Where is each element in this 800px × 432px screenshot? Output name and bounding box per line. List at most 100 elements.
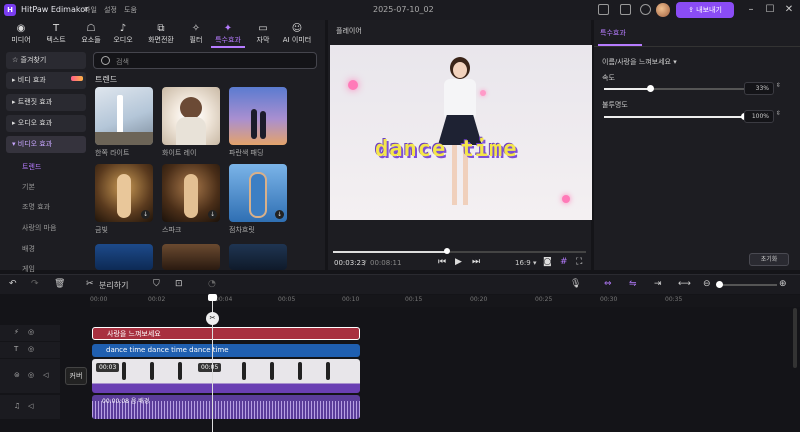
opacity-value[interactable]: 100%	[744, 110, 774, 123]
sidebar-favorites[interactable]: ☆ 즐겨찾기	[6, 52, 86, 69]
aspect-ratio-select[interactable]: 16:9 ▾	[515, 259, 536, 267]
cover-button[interactable]: 커버	[65, 367, 87, 385]
stepper-icon[interactable]: ⇳	[776, 110, 781, 117]
download-icon[interactable]: ↓	[141, 210, 150, 219]
sidebar-sub-game[interactable]: 게임	[22, 264, 35, 274]
minimize-icon[interactable]: –	[745, 4, 757, 16]
avatar[interactable]	[656, 3, 670, 17]
effect-thumb[interactable]	[162, 244, 220, 270]
text-box-icon[interactable]: ⊡	[175, 279, 183, 289]
current-time: 00:03:23	[334, 259, 366, 267]
tab-audio[interactable]: ♪ 오디오	[105, 22, 141, 48]
grid-icon[interactable]: #	[560, 257, 568, 267]
tab-ai[interactable]: ☺ AI 이미터	[279, 22, 315, 48]
audio-icon: ♪	[119, 23, 127, 34]
maximize-icon[interactable]: ☐	[764, 4, 776, 16]
progress-fill	[333, 251, 447, 253]
sidebar-sub-love[interactable]: 사랑의 마음	[22, 223, 56, 233]
link-icon[interactable]: ⇔	[604, 279, 612, 289]
microphone-icon[interactable]: 🎙	[570, 279, 581, 289]
close-icon[interactable]: ✕	[783, 4, 795, 16]
stepper-icon[interactable]: ⇳	[776, 82, 781, 89]
sidebar-sub-background[interactable]: 배경	[22, 244, 35, 254]
progress-knob[interactable]	[443, 248, 450, 254]
sidebar-item-video-fx[interactable]: ▸ 비디 효과	[6, 72, 86, 89]
tab-transition[interactable]: ⧉ 화면전환	[143, 22, 179, 48]
effects-icon: ✦	[223, 23, 233, 34]
sidebar-sub-trend[interactable]: 트렌드	[22, 162, 41, 172]
effect-thumb[interactable]	[95, 244, 153, 270]
delete-icon[interactable]: 🗑	[54, 279, 65, 289]
help-icon[interactable]	[640, 4, 651, 15]
fit-icon[interactable]: ⇥	[654, 279, 662, 289]
sidebar-item-audio-fx[interactable]: ▸ 오디오 효과	[6, 115, 86, 132]
fullscreen-icon[interactable]: ⛶	[576, 257, 582, 267]
tab-effect-properties[interactable]: 특수효과	[600, 28, 626, 38]
playhead-split-icon[interactable]: ✂	[206, 312, 219, 325]
effect-thumb[interactable]	[229, 244, 287, 270]
scissors-icon[interactable]: ✂	[86, 279, 94, 289]
effect-thumb-white-ray[interactable]	[162, 87, 220, 145]
download-icon[interactable]: ↓	[208, 210, 217, 219]
timeline-scrollbar[interactable]	[793, 308, 797, 368]
effect-thumb-spark[interactable]: ↓	[162, 164, 220, 222]
play-icon[interactable]: ▶	[455, 257, 462, 267]
effect-thumb-blue-padding[interactable]	[229, 87, 287, 145]
lock-icon[interactable]: ⊜	[14, 371, 20, 379]
speed-icon[interactable]: ◔	[208, 279, 216, 289]
eye-icon[interactable]: ◎	[28, 371, 34, 379]
reset-button[interactable]: 초기화	[749, 253, 789, 266]
window-layout-icon[interactable]	[598, 4, 609, 15]
volume-icon[interactable]: ◁	[28, 402, 33, 410]
effect-track-icon: ⚡	[14, 328, 19, 336]
search-input[interactable]: 검색	[93, 52, 317, 69]
eye-icon[interactable]: ◎	[28, 345, 34, 353]
redo-icon[interactable]: ↷	[31, 279, 39, 289]
effect-clip[interactable]: 사랑을 느껴보세요	[92, 327, 360, 340]
video-preview[interactable]: dance time	[330, 45, 592, 220]
prev-frame-icon[interactable]: ⏮	[438, 257, 446, 267]
split-button[interactable]: 분리하기	[99, 280, 128, 291]
sidebar-sub-lighting[interactable]: 조명 효과	[22, 202, 50, 212]
message-icon[interactable]	[620, 4, 631, 15]
tab-text[interactable]: T 텍스트	[38, 22, 74, 48]
timeline-ruler[interactable]: 00:00 00:02 00:04 00:05 00:10 00:15 00:2…	[90, 295, 800, 307]
menu-help[interactable]: 도움	[124, 5, 137, 15]
next-frame-icon[interactable]: ⏭	[472, 257, 480, 267]
tab-elements[interactable]: ☖ 요소들	[73, 22, 109, 48]
sidebar-item-video-effects[interactable]: ▾ 비디오 효과	[6, 136, 86, 153]
zoom-out-icon[interactable]: ⊖	[703, 279, 711, 289]
expand-icon[interactable]: ⟷	[678, 279, 691, 289]
zoom-slider[interactable]	[717, 284, 777, 286]
tab-filter[interactable]: ✧ 필터	[178, 22, 214, 48]
playhead-handle[interactable]	[208, 294, 217, 301]
project-title: 2025-07-10_02	[373, 5, 434, 14]
tab-subtitle[interactable]: ▭ 자막	[245, 22, 281, 48]
sidebar-item-transition-fx[interactable]: ▸ 트랜짓 효과	[6, 94, 86, 111]
effect-thumb-fade-blur[interactable]: ↓	[229, 164, 287, 222]
video-clip[interactable]: 00:03 00:05	[92, 359, 360, 393]
effect-thumb-gold[interactable]: ↓	[95, 164, 153, 222]
sparkle	[480, 90, 486, 96]
zoom-slider-knob[interactable]	[716, 281, 723, 288]
zoom-in-icon[interactable]: ⊕	[779, 279, 787, 289]
download-icon[interactable]: ↓	[275, 210, 284, 219]
text-clip[interactable]: dance time dance time dance time	[92, 344, 360, 357]
volume-icon[interactable]: ◁	[43, 371, 48, 379]
shield-icon[interactable]: ⛉	[153, 279, 160, 289]
effect-thumb-one-light[interactable]	[95, 87, 153, 145]
export-button[interactable]: ⇪ 내보내기	[676, 2, 734, 18]
sidebar-sub-basic[interactable]: 기본	[22, 182, 35, 192]
snapshot-icon[interactable]: ◙	[543, 257, 552, 267]
magnet-icon[interactable]: ⇋	[629, 279, 637, 289]
effect-name-select[interactable]: 이름/사랑을 느껴보세요 ▾	[602, 57, 677, 67]
menu-file[interactable]: 파일	[84, 5, 97, 15]
menu-settings[interactable]: 설정	[104, 5, 117, 15]
audio-clip[interactable]: 00:00:08 음 배경	[92, 395, 360, 419]
sparkle	[348, 80, 358, 90]
speed-value[interactable]: 33%	[744, 82, 774, 95]
tab-media[interactable]: ◉ 미디어	[3, 22, 39, 48]
undo-icon[interactable]: ↶	[9, 279, 17, 289]
eye-icon[interactable]: ◎	[28, 328, 34, 336]
tab-effects[interactable]: ✦ 특수효과	[210, 22, 246, 48]
